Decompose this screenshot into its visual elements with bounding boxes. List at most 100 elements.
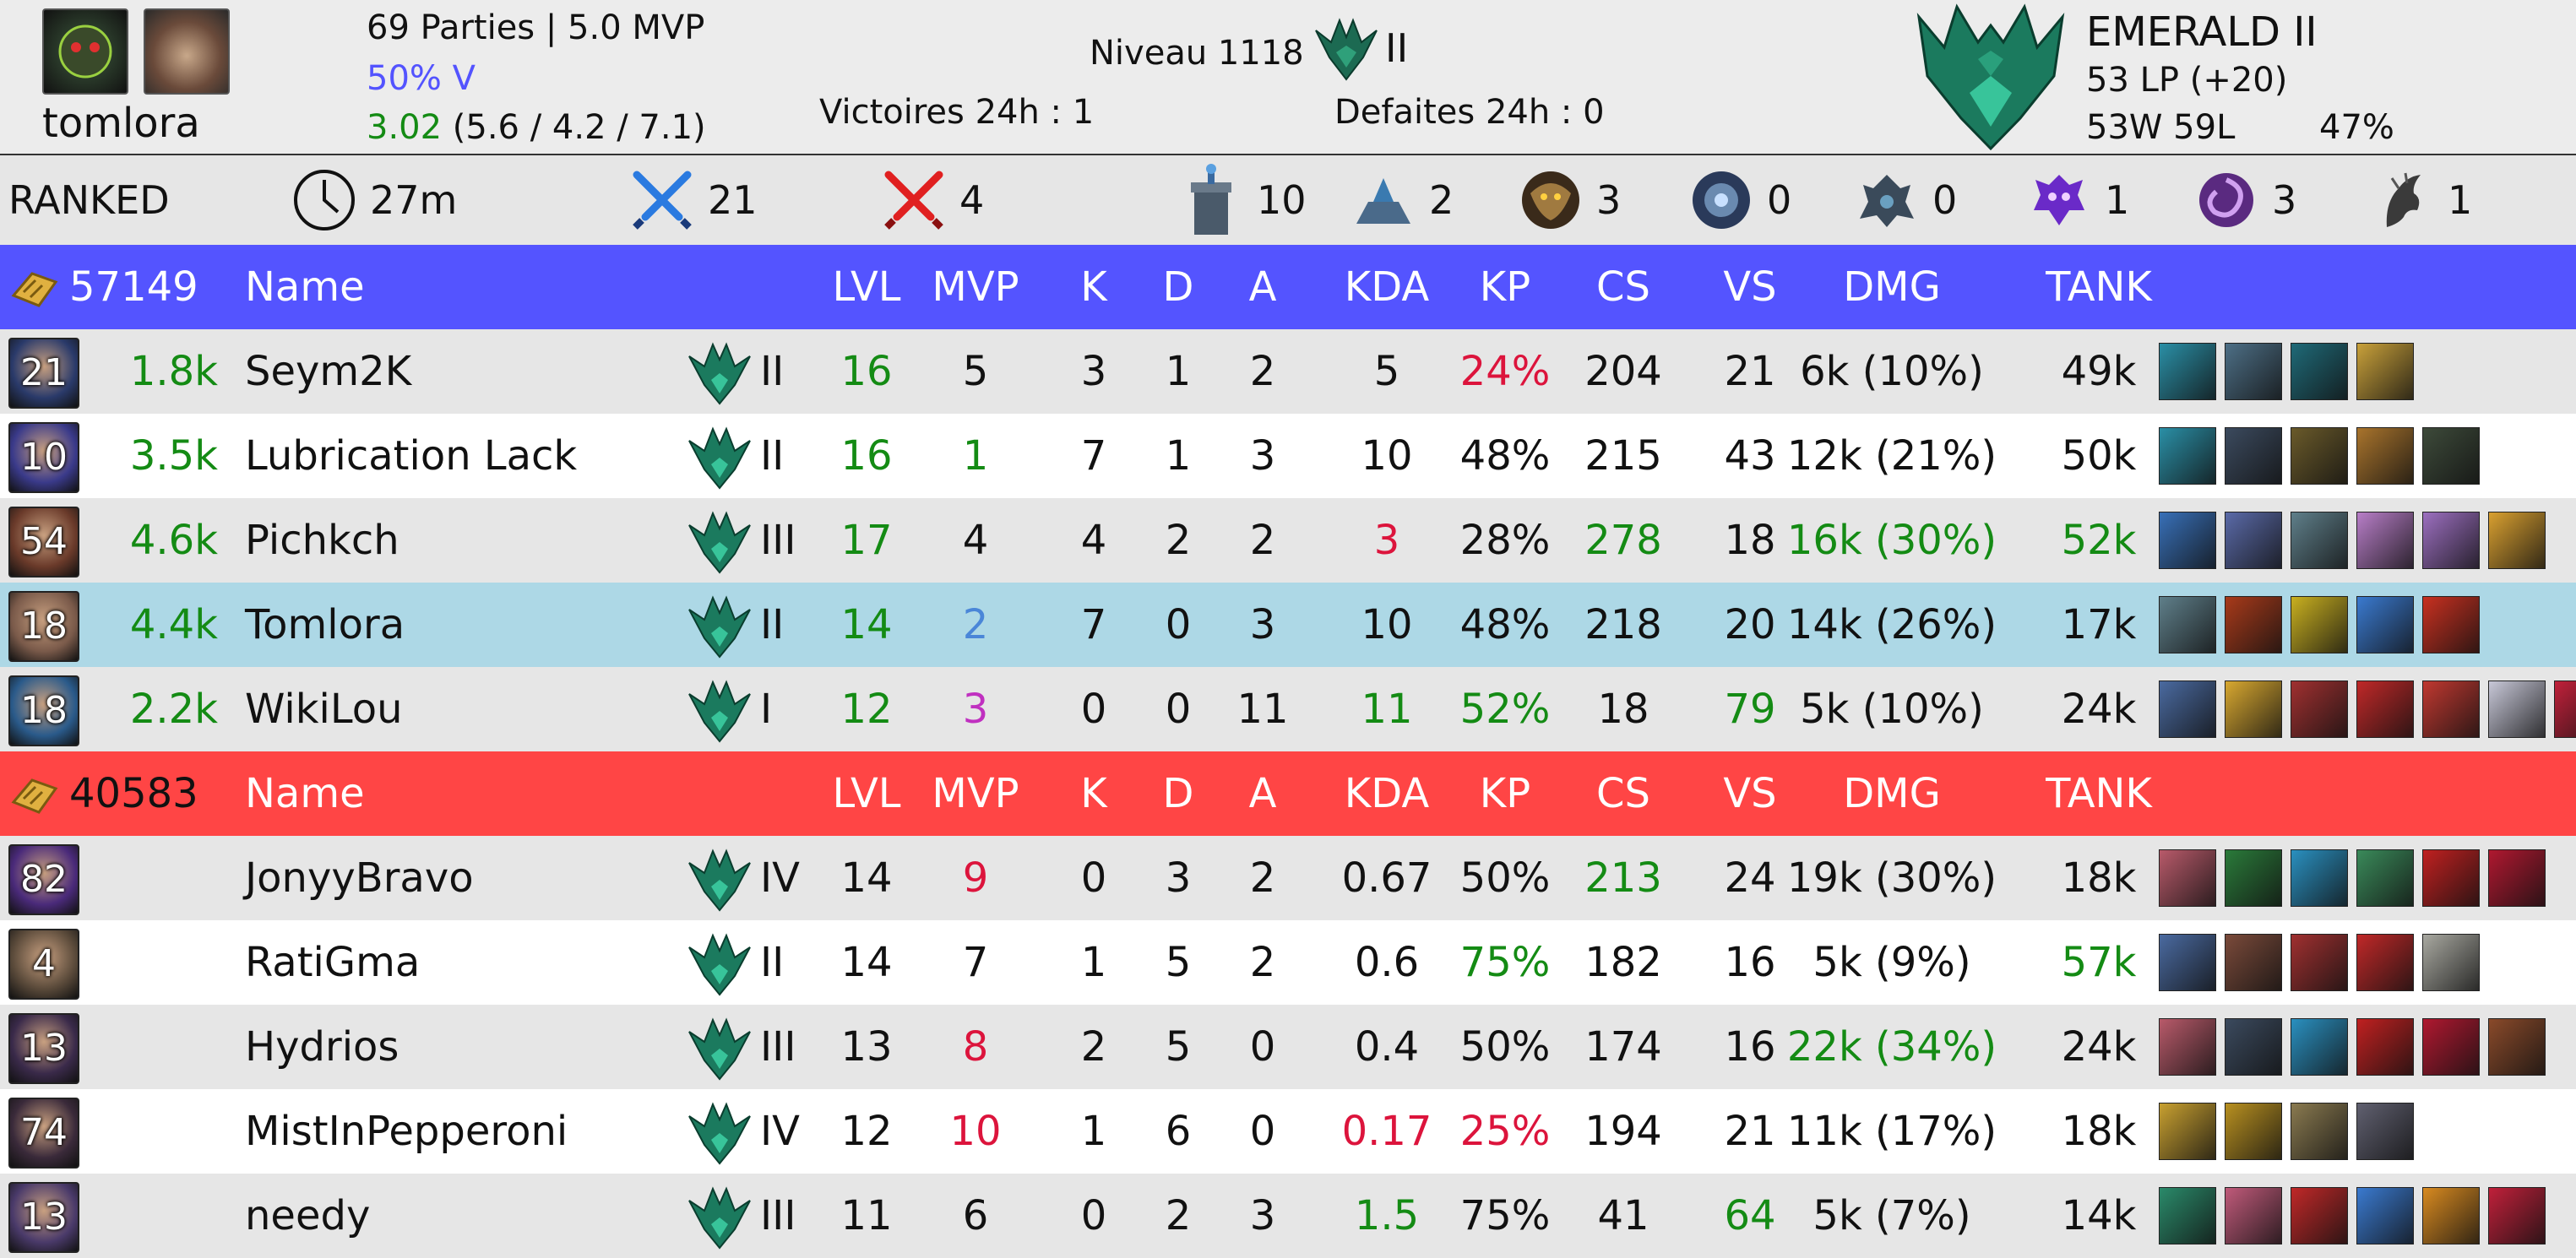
item-icon[interactable] bbox=[2422, 596, 2480, 653]
mvp-score: 7 bbox=[962, 939, 989, 986]
item-icon[interactable] bbox=[2159, 343, 2216, 400]
item-icon[interactable] bbox=[2356, 934, 2414, 991]
item-icon[interactable] bbox=[2422, 427, 2480, 485]
item-icon[interactable] bbox=[2159, 512, 2216, 569]
player-name[interactable]: Seym2K bbox=[245, 329, 411, 414]
item-icon[interactable] bbox=[2356, 427, 2414, 485]
kda: 0.67 bbox=[1341, 854, 1432, 902]
item-icon[interactable] bbox=[2225, 1187, 2282, 1244]
item-icon[interactable] bbox=[2225, 1018, 2282, 1076]
kda-summary: 3.02 (5.6 / 4.2 / 7.1) bbox=[367, 108, 706, 147]
damage-tanked: 14k bbox=[2061, 1192, 2137, 1239]
item-icon[interactable] bbox=[2422, 512, 2480, 569]
player-row[interactable]: 21 1.8k Seym2K II 16 5 3 1 2 5 24% 204 21 6k (10%) 49k bbox=[0, 329, 2576, 414]
wins-24h: Victoires 24h : 1 bbox=[819, 93, 1095, 132]
item-icon[interactable] bbox=[2356, 681, 2414, 738]
damage-tanked: 24k bbox=[2061, 686, 2137, 733]
item-icon[interactable] bbox=[2225, 934, 2282, 991]
kill-participation: 75% bbox=[1459, 1192, 1551, 1239]
player-lvl: 12 bbox=[840, 686, 893, 733]
item-icon[interactable] bbox=[2291, 934, 2348, 991]
item-icon[interactable] bbox=[2225, 343, 2282, 400]
item-icon[interactable] bbox=[2356, 1103, 2414, 1160]
item-build bbox=[2159, 681, 2576, 740]
item-icon[interactable] bbox=[2356, 512, 2414, 569]
item-icon[interactable] bbox=[2356, 1018, 2414, 1076]
mvp-score: 6 bbox=[962, 1192, 989, 1239]
player-row[interactable]: 4 RatiGma II 14 7 1 5 2 0.6 75% 182 16 5k (9%) 57k bbox=[0, 920, 2576, 1005]
champion-icon: 74 bbox=[8, 1098, 79, 1169]
player-row[interactable]: 18 2.2k WikiLou I 12 3 0 0 11 11 52% 18 79 5k (10%) 24… bbox=[0, 667, 2576, 751]
item-icon[interactable] bbox=[2225, 1103, 2282, 1160]
item-icon[interactable] bbox=[2159, 596, 2216, 653]
item-icon[interactable] bbox=[2356, 849, 2414, 907]
dragons-stat: 1 bbox=[2370, 155, 2472, 245]
item-icon[interactable] bbox=[2291, 1187, 2348, 1244]
item-icon[interactable] bbox=[2488, 681, 2546, 738]
item-icon[interactable] bbox=[2488, 1018, 2546, 1076]
item-icon[interactable] bbox=[2356, 596, 2414, 653]
item-icon[interactable] bbox=[2225, 849, 2282, 907]
player-name[interactable]: JonyyBravo bbox=[245, 836, 474, 920]
item-icon[interactable] bbox=[2159, 681, 2216, 738]
item-icon[interactable] bbox=[2291, 1018, 2348, 1076]
item-icon[interactable] bbox=[2225, 596, 2282, 653]
player-row[interactable]: 13 needy III 11 6 0 2 3 1.5 75% 41 64 5k (7%) 14k bbox=[0, 1174, 2576, 1258]
player-row[interactable]: 18 4.4k Tomlora II 14 2 7 0 3 10 48% 218 20 14k (26%)… bbox=[0, 583, 2576, 667]
player-name[interactable]: Tomlora bbox=[245, 583, 405, 667]
item-icon[interactable] bbox=[2159, 1103, 2216, 1160]
player-row[interactable]: 82 JonyyBravo IV 14 9 0 3 2 0.67 50% 213 24 19k (30%… bbox=[0, 836, 2576, 920]
kill-participation: 50% bbox=[1459, 854, 1551, 902]
player-row[interactable]: 74 MistInPepperoni IV 12 10 1 6 0 0.17 25% 194 21 11… bbox=[0, 1089, 2576, 1174]
kills: 1 bbox=[1080, 1108, 1107, 1155]
player-name[interactable]: needy bbox=[245, 1174, 370, 1258]
damage-tanked: 18k bbox=[2061, 1108, 2137, 1155]
item-icon[interactable] bbox=[2159, 1018, 2216, 1076]
item-icon[interactable] bbox=[2422, 849, 2480, 907]
player-name[interactable]: WikiLou bbox=[245, 667, 403, 751]
item-icon[interactable] bbox=[2422, 1187, 2480, 1244]
grubs-stat: 0 bbox=[1855, 155, 1957, 245]
item-icon[interactable] bbox=[2225, 681, 2282, 738]
item-icon[interactable] bbox=[2422, 934, 2480, 991]
item-icon[interactable] bbox=[2291, 596, 2348, 653]
player-row[interactable]: 54 4.6k Pichkch III 17 4 4 2 2 3 28% 278 18 16k (30%)… bbox=[0, 498, 2576, 583]
item-icon[interactable] bbox=[2291, 681, 2348, 738]
item-icon[interactable] bbox=[2488, 512, 2546, 569]
player-name[interactable]: MistInPepperoni bbox=[245, 1089, 568, 1174]
player-name[interactable]: Pichkch bbox=[245, 498, 399, 583]
item-icon[interactable] bbox=[2356, 1187, 2414, 1244]
item-icon[interactable] bbox=[2291, 1103, 2348, 1160]
duration-value: 27m bbox=[370, 177, 458, 223]
item-icon[interactable] bbox=[2291, 427, 2348, 485]
player-name[interactable]: Hydrios bbox=[245, 1005, 399, 1089]
item-icon[interactable] bbox=[2554, 681, 2576, 738]
player-lvl: 14 bbox=[840, 854, 893, 902]
item-icon[interactable] bbox=[2291, 512, 2348, 569]
player-row[interactable]: 10 3.5k Lubrication Lack II 16 1 7 1 3 10 48% 215 43… bbox=[0, 414, 2576, 498]
elder-value: 1 bbox=[2105, 177, 2130, 223]
item-icon[interactable] bbox=[2159, 427, 2216, 485]
item-icon[interactable] bbox=[2422, 1018, 2480, 1076]
item-icon[interactable] bbox=[2225, 512, 2282, 569]
player-row[interactable]: 13 Hydrios III 13 8 2 5 0 0.4 50% 174 16 22k (34%) 24… bbox=[0, 1005, 2576, 1089]
kda: 10 bbox=[1361, 601, 1413, 648]
deaths: 0 bbox=[1165, 686, 1192, 733]
item-icon[interactable] bbox=[2225, 427, 2282, 485]
player-name[interactable]: Lubrication Lack bbox=[245, 414, 577, 498]
item-icon[interactable] bbox=[2356, 343, 2414, 400]
team-gold: 40583 bbox=[69, 770, 198, 817]
item-icon[interactable] bbox=[2422, 681, 2480, 738]
item-icon[interactable] bbox=[2159, 934, 2216, 991]
rank-crest-icon bbox=[1315, 18, 1378, 81]
item-icon[interactable] bbox=[2488, 849, 2546, 907]
champion-level: 82 bbox=[20, 858, 68, 901]
item-icon[interactable] bbox=[2291, 849, 2348, 907]
col-name: Name bbox=[245, 770, 365, 817]
player-name[interactable]: RatiGma bbox=[245, 920, 420, 1005]
item-icon[interactable] bbox=[2159, 849, 2216, 907]
item-icon[interactable] bbox=[2488, 1187, 2546, 1244]
assists: 0 bbox=[1249, 1108, 1276, 1155]
item-icon[interactable] bbox=[2291, 343, 2348, 400]
item-icon[interactable] bbox=[2159, 1187, 2216, 1244]
